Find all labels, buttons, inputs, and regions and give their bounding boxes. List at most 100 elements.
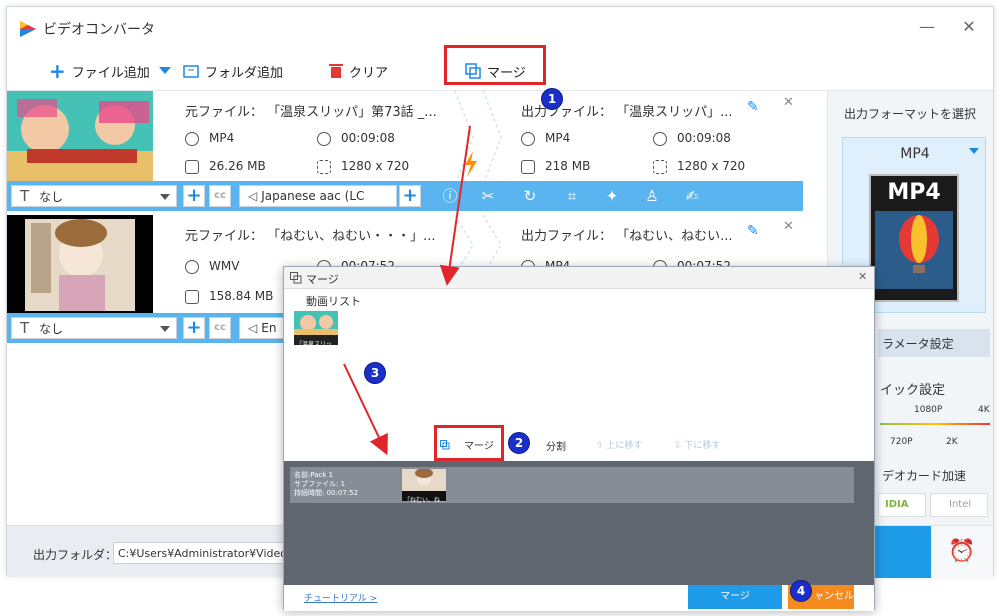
add-file-button[interactable]: + ファイル追加 — [49, 59, 150, 83]
edit-name-icon[interactable]: ✎ — [747, 99, 759, 115]
merge-icon — [440, 439, 450, 449]
audio-select-2[interactable]: ◁ En — [239, 317, 287, 339]
subtitle-select-2[interactable]: T なし — [11, 317, 177, 339]
tutorial-link[interactable]: チュートリアル > — [304, 591, 377, 604]
close-button[interactable]: ✕ — [957, 17, 981, 36]
output-folder-input[interactable]: C:¥Users¥Administrator¥Videos¥Wonder — [113, 542, 287, 564]
cartoon-thumbnail-image — [7, 91, 153, 185]
move-up-label: 上に移す — [606, 441, 643, 451]
output-file-name: 出力ファイル： 「ねむい、ねむい... — [521, 229, 733, 244]
quality-1080p-label: 1080P — [914, 405, 943, 415]
subtitle-value: なし — [39, 321, 64, 336]
app-logo-icon — [20, 21, 36, 37]
pack-name: 名前:Pack 1 — [294, 471, 334, 479]
parameter-settings-label: ラメータ設定 — [882, 337, 954, 351]
subtitle-select-1[interactable]: T なし — [11, 185, 177, 207]
add-file-dropdown[interactable] — [159, 59, 171, 83]
cartoon-thumbnail-image — [7, 215, 153, 315]
quality-slider[interactable] — [880, 423, 990, 425]
audio-value: Japanese aac (LC — [261, 189, 365, 203]
quality-720p-label: 720P — [890, 437, 913, 447]
dialog-merge-button[interactable]: マージ — [440, 437, 494, 452]
hw-accel-heading: デオカード加速 — [882, 469, 967, 483]
edit-bar-1: T なし + cc ◁ Japanese aac (LC + ⓘ ✂ ↻ ⌗ ✦… — [7, 181, 803, 211]
edit-name-icon[interactable]: ✎ — [747, 223, 759, 239]
dialog-title: マージ — [306, 273, 339, 286]
source-format-value: MP4 — [209, 131, 235, 145]
source-file-name: 元ファイル： 「温泉スリッパ」第73話 _... — [185, 105, 437, 120]
add-subtitle-button[interactable]: + — [183, 317, 205, 339]
rotate-icon[interactable]: ↻ — [521, 187, 539, 205]
highlight-merge-toolbar — [444, 45, 546, 85]
watermark-stamp-icon[interactable]: ♙ — [643, 187, 661, 205]
effects-wand-icon[interactable]: ✦ — [603, 187, 621, 205]
add-folder-button[interactable]: フォルダ追加 — [183, 59, 283, 83]
output-resolution: 1280 x 720 — [653, 159, 745, 174]
video-list-item[interactable]: 「温泉スリッ... — [294, 311, 338, 348]
split-button[interactable]: 分割 — [546, 438, 566, 453]
subtitle-edit-icon[interactable]: ✍ — [683, 187, 701, 205]
cc-icon[interactable]: cc — [209, 185, 231, 207]
caret-down-icon — [969, 148, 979, 154]
clear-label: クリア — [349, 65, 389, 81]
text-icon: T — [20, 319, 30, 337]
dialog-close-icon[interactable]: ✕ — [858, 270, 867, 283]
nvidia-toggle[interactable]: IDIA — [878, 493, 926, 517]
output-format: MP4 — [521, 131, 570, 146]
output-size-value: 218 MB — [545, 159, 591, 173]
source-size-value: 26.26 MB — [209, 159, 266, 173]
video-thumbnail-2[interactable] — [7, 215, 153, 315]
caret-down-icon — [159, 67, 171, 74]
cartoon-thumbnail-image — [402, 468, 446, 491]
minimize-button[interactable]: — — [915, 17, 939, 36]
clear-button[interactable]: クリア — [329, 59, 388, 83]
file-row-1[interactable]: 元ファイル： 「温泉スリッパ」第73話 _... MP4 00:09:08 26… — [7, 91, 803, 185]
add-subtitle-button[interactable]: + — [183, 185, 205, 207]
folder-icon — [185, 289, 199, 304]
speaker-icon: ◁ — [248, 321, 258, 335]
move-down-button[interactable]: ⇩ 下に移す — [674, 438, 720, 451]
intel-toggle[interactable]: Intel — [930, 493, 988, 517]
add-audio-button[interactable]: + — [399, 185, 421, 207]
move-up-button[interactable]: ⇧ 上に移す — [596, 438, 642, 451]
crop-icon[interactable]: ⌗ — [563, 187, 581, 205]
arrow-up-icon: ⇧ — [596, 441, 607, 451]
caret-down-icon — [160, 326, 170, 332]
step-badge-2: 2 — [508, 432, 530, 454]
pack-thumbnail[interactable]: 「ねむい、ね... — [402, 468, 446, 504]
remove-file-icon[interactable]: ✕ — [783, 219, 794, 234]
source-resolution: 1280 x 720 — [317, 159, 409, 174]
audio-value: En — [261, 321, 277, 335]
remove-file-icon[interactable]: ✕ — [783, 95, 794, 110]
output-duration: 00:09:08 — [653, 131, 731, 146]
source-format: WMV — [185, 259, 239, 274]
audio-select-1[interactable]: ◁ Japanese aac (LC — [239, 185, 397, 207]
output-size: 218 MB — [521, 159, 590, 174]
convert-button[interactable] — [875, 526, 931, 578]
caret-down-icon — [160, 194, 170, 200]
footer-merge-button[interactable]: マージ — [688, 585, 782, 609]
cc-icon[interactable]: cc — [209, 317, 231, 339]
plus-icon: + — [49, 59, 66, 83]
alarm-clock-icon[interactable]: ⏰ — [931, 526, 993, 578]
add-file-label: ファイル追加 — [71, 65, 150, 81]
step-badge-3: 3 — [364, 362, 386, 384]
merge-icon — [290, 272, 302, 284]
parameter-settings-button[interactable]: ラメータ設定 — [878, 329, 990, 357]
source-duration-value: 00:09:08 — [341, 131, 395, 145]
pack-row[interactable]: 名前:Pack 1 サブファイル: 1 持続時間: 00:07:52 「ねむい、… — [290, 467, 854, 504]
video-list-item-caption: 「温泉スリッ... — [296, 341, 338, 348]
mp4-art-text: MP4 — [887, 180, 941, 205]
format-icon — [521, 131, 535, 146]
info-icon[interactable]: ⓘ — [441, 187, 459, 205]
resolution-icon — [317, 159, 331, 174]
resolution-icon — [653, 159, 667, 174]
quality-2k-label: 2K — [946, 437, 958, 447]
video-thumbnail-1[interactable] — [7, 91, 153, 185]
source-file-name: 元ファイル： 「ねむい、ねむい・・・」... — [185, 229, 436, 244]
source-format: MP4 — [185, 131, 234, 146]
source-format-value: WMV — [209, 259, 240, 273]
speaker-icon: ◁ — [248, 189, 258, 203]
pack-info: 名前:Pack 1 サブファイル: 1 持続時間: 00:07:52 — [294, 471, 358, 498]
scissors-icon[interactable]: ✂ — [479, 187, 497, 205]
